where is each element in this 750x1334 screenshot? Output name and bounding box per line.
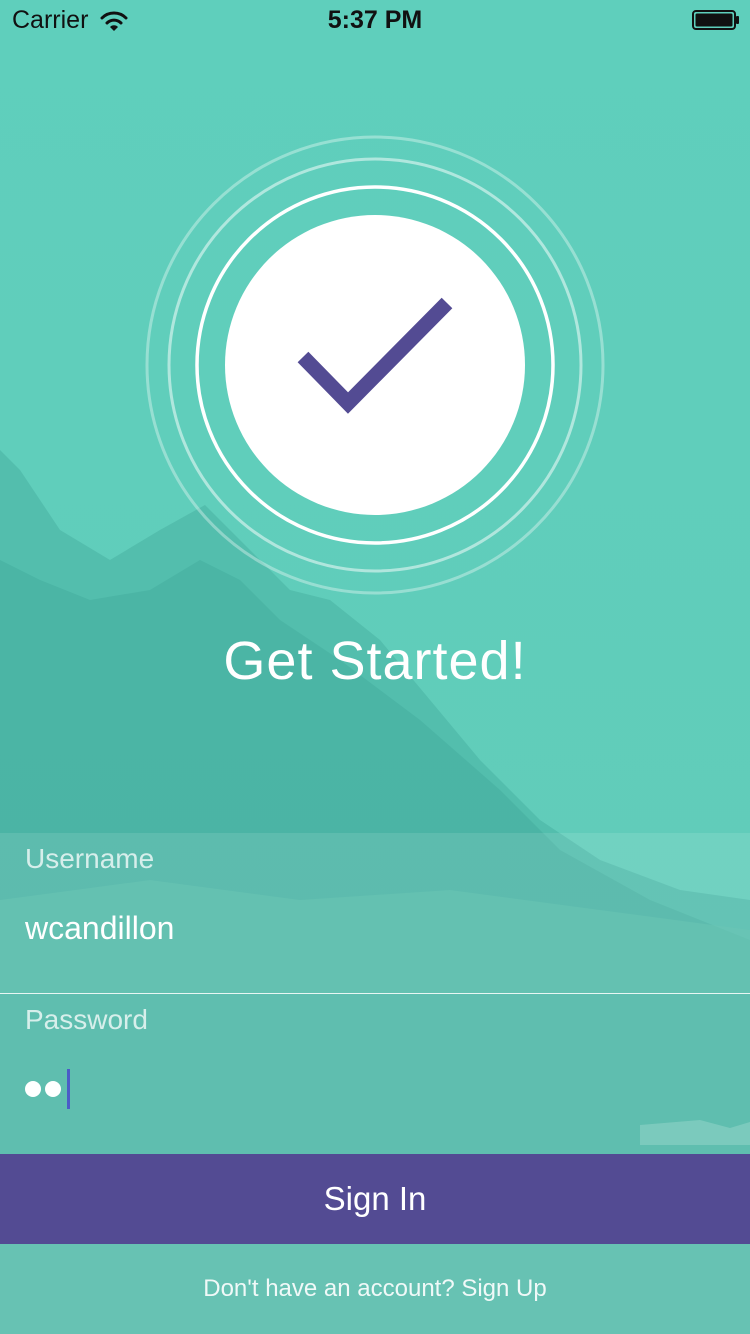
status-time: 5:37 PM [327, 6, 423, 34]
sign-up-link[interactable]: Don't have an account? Sign Up [203, 1275, 546, 1303]
battery-icon [692, 10, 739, 30]
hero-title: Get Started! [223, 631, 527, 691]
password-dot [25, 1081, 41, 1097]
username-input[interactable] [25, 903, 715, 953]
password-input[interactable] [25, 1066, 70, 1112]
password-field[interactable]: Password [0, 994, 750, 1154]
sign-in-button[interactable]: Sign In [0, 1154, 750, 1244]
password-label: Password [25, 1004, 148, 1035]
text-cursor [67, 1069, 70, 1109]
username-label: Username [25, 843, 155, 874]
login-screen: Carrier 5:37 PM Get Started! Username wc… [0, 0, 750, 1334]
username-field[interactable]: Username [0, 833, 750, 994]
footer: Don't have an account? Sign Up [0, 1244, 750, 1334]
success-badge [145, 135, 605, 595]
status-bar: Carrier 5:37 PM [0, 0, 750, 40]
password-dot [45, 1081, 61, 1097]
